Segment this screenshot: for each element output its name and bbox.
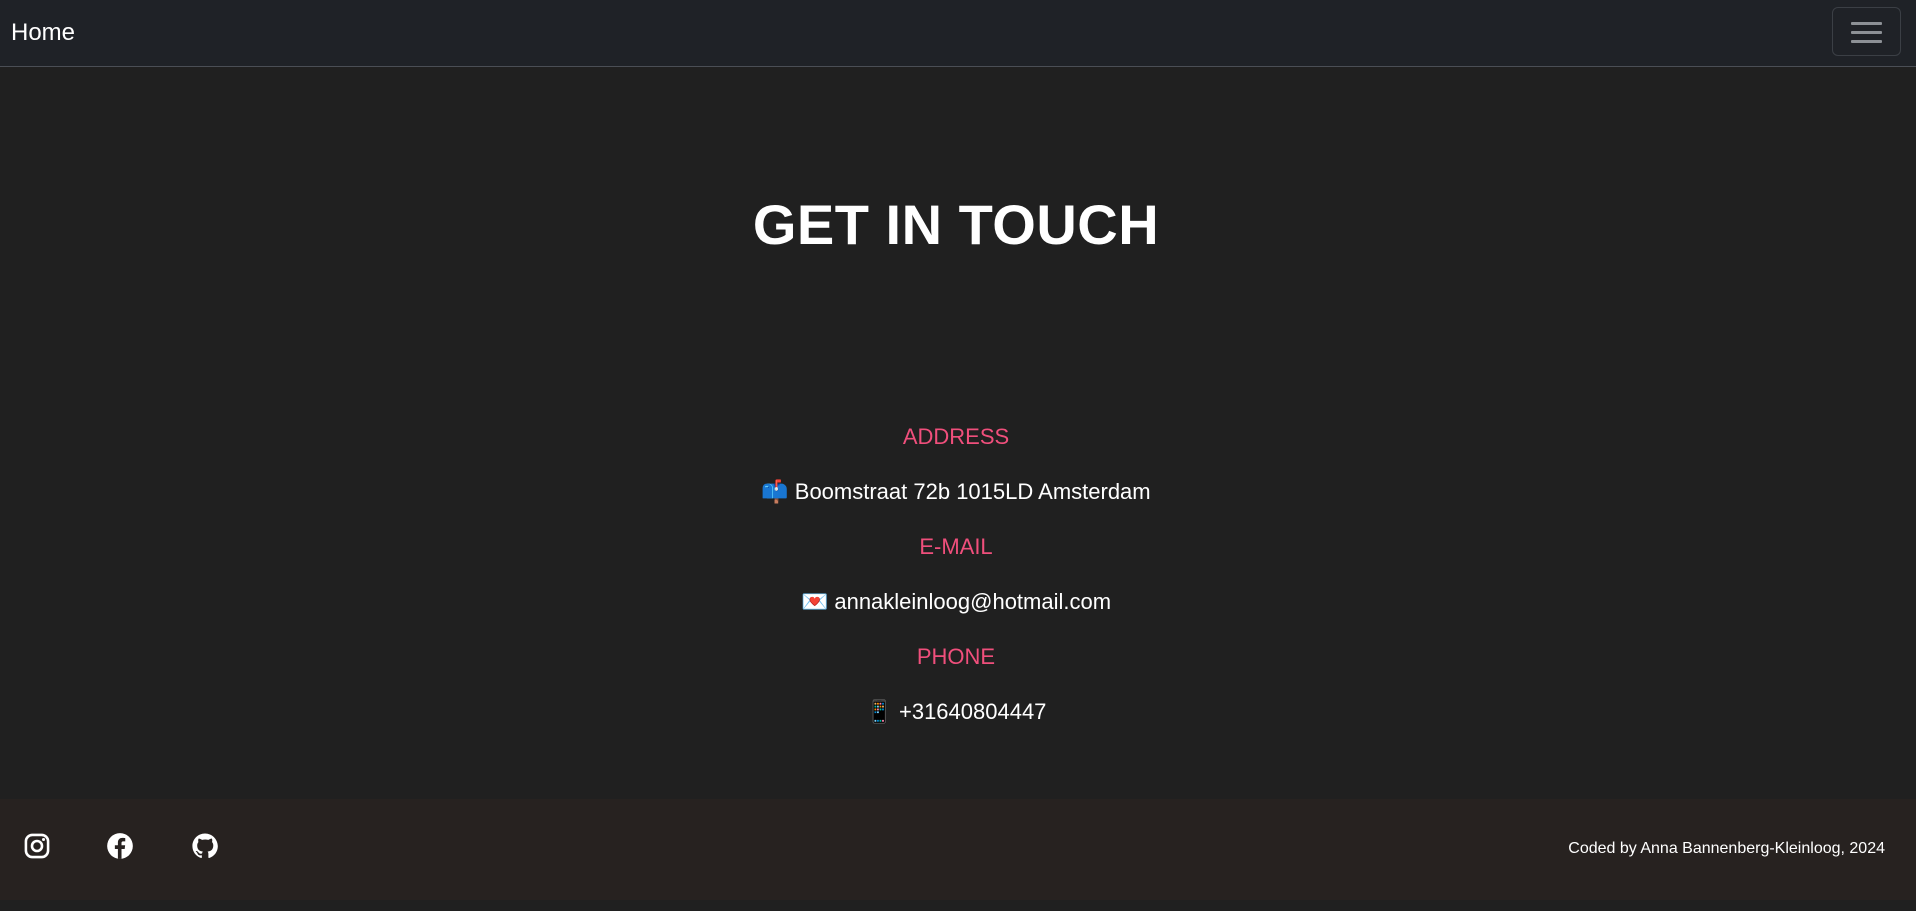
address-text: Boomstraat 72b 1015LD Amsterdam: [794, 479, 1151, 504]
page-bottom: [0, 900, 1916, 911]
footer: Coded by Anna Bannenberg-Kleinloog, 2024: [0, 799, 1916, 900]
address-label: ADDRESS: [902, 424, 1010, 449]
email-label: E-MAIL: [919, 534, 993, 559]
navbar-toggle-button[interactable]: [1832, 7, 1901, 56]
address-value: 📫 Boomstraat 72b 1015LD Amsterdam: [0, 479, 1912, 505]
phone-label: PHONE: [916, 644, 996, 669]
phone-value[interactable]: 📱 +31640804447: [0, 699, 1912, 725]
envelope-icon: 💌: [800, 589, 829, 614]
instagram-icon[interactable]: [23, 832, 51, 860]
home-link[interactable]: Home: [11, 19, 75, 47]
phone-text[interactable]: +31640804447: [899, 699, 1046, 724]
facebook-icon[interactable]: [106, 832, 134, 860]
mailbox-icon: 📫: [761, 479, 789, 504]
email-text[interactable]: annakleinloog@hotmail.com: [834, 589, 1111, 614]
email-value[interactable]: 💌 annakleinloog@hotmail.com: [0, 589, 1912, 615]
main-content: GET IN TOUCH ADDRESS 📫 Boomstraat 72b 101…: [0, 67, 1916, 799]
mobile-phone-icon: 📱: [865, 699, 893, 724]
github-icon[interactable]: [191, 832, 219, 860]
page-title: GET IN TOUCH: [752, 193, 1160, 256]
footer-credit: Coded by Anna Bannenberg-Kleinloog, 2024: [1568, 840, 1885, 857]
navbar: Home: [0, 0, 1916, 67]
hamburger-menu-icon: [1851, 22, 1882, 44]
